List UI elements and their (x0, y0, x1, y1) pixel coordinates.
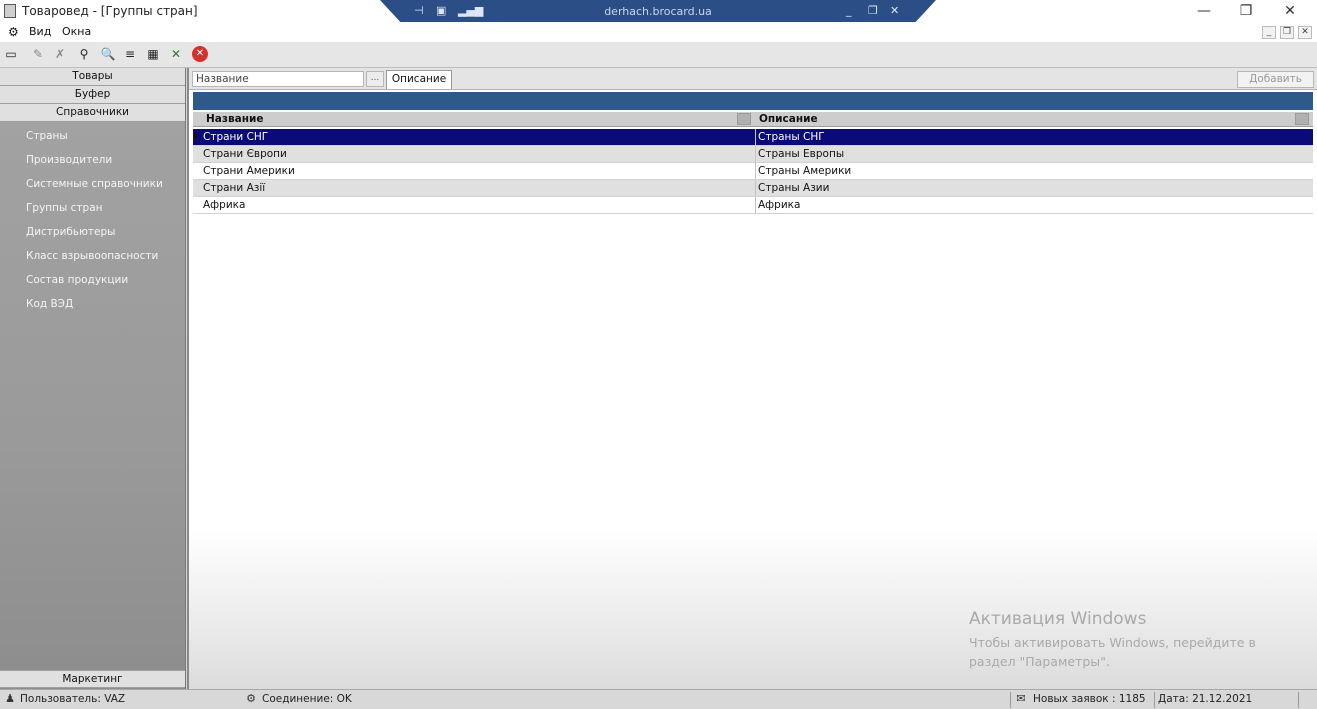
calculator-icon[interactable]: ▦ (145, 46, 161, 62)
table-row[interactable]: Африка Африка (193, 197, 1313, 214)
cell-name[interactable]: Африка (203, 199, 245, 211)
user-icon: ♟ (5, 692, 15, 705)
cell-description[interactable]: Страны Азии (755, 180, 829, 196)
new-record-icon[interactable]: ▭ (3, 46, 19, 62)
status-separator (1154, 692, 1155, 708)
close-button[interactable]: ✕ (1270, 2, 1310, 20)
watermark-line1: Чтобы активировать Windows, перейдите в (969, 635, 1256, 650)
rd-close-button[interactable]: ✕ (890, 5, 899, 17)
status-separator (1298, 692, 1299, 708)
table-row[interactable]: Страни СНГ Страны СНГ (193, 129, 1313, 146)
minimize-button[interactable]: — (1184, 2, 1224, 20)
window-title: Товаровед - [Группы стран] (22, 4, 198, 18)
tab-description[interactable]: Описание (386, 70, 452, 89)
name-filter-browse-button[interactable]: ... (366, 71, 384, 87)
sidebar-item-ved-code[interactable]: Код ВЭД (26, 298, 73, 310)
binoculars-icon[interactable]: ⚲ (76, 46, 92, 62)
table-row[interactable]: Страни Америки Страны Америки (193, 163, 1313, 180)
sidebar-item-manufacturers[interactable]: Производители (26, 154, 112, 166)
column-header-name[interactable]: Название (206, 113, 263, 125)
status-user: Пользователь: VAZ (20, 693, 126, 705)
cell-name[interactable]: Страни Азії (203, 182, 265, 194)
add-button[interactable]: Добавить (1237, 71, 1314, 88)
preview-icon[interactable]: 🔍 (100, 46, 116, 62)
sidebar-item-product-composition[interactable]: Состав продукции (26, 274, 128, 286)
gear-icon[interactable]: ⚙ (8, 25, 19, 39)
activation-watermark: Активация Windows Чтобы активировать Win… (969, 609, 1256, 671)
table-row[interactable]: Страни Азії Страны Азии (193, 180, 1313, 197)
sidebar-group-references[interactable]: Справочники (0, 104, 185, 122)
remote-host: derhach.brocard.ua (604, 5, 712, 18)
edit-record-icon[interactable]: ✎ (30, 46, 46, 62)
sidebar-item-system-references[interactable]: Системные справочники (26, 178, 163, 190)
status-separator (1010, 692, 1011, 708)
envelope-icon: ✉ (1016, 692, 1026, 705)
watermark-line2: раздел "Параметры". (969, 654, 1110, 669)
status-new-orders[interactable]: Новых заявок : 1185 (1033, 693, 1146, 705)
edit-list-icon[interactable]: ≡ (122, 46, 138, 62)
menu-windows[interactable]: Окна (62, 25, 91, 38)
sidebar-group-buffer[interactable]: Буфер (0, 86, 185, 104)
restore-button[interactable]: ❐ (1226, 2, 1266, 20)
cell-name[interactable]: Страни Америки (203, 165, 295, 177)
delete-record-icon[interactable]: ✗ (52, 46, 68, 62)
row-indicator-icon (194, 132, 198, 140)
cell-name[interactable]: Страни Європи (203, 148, 287, 160)
menu-view[interactable]: Вид (29, 25, 51, 38)
rd-minimize-button[interactable]: _ (846, 5, 852, 17)
column-filter-description-button[interactable] (1295, 113, 1309, 125)
cell-description[interactable]: Страны СНГ (755, 129, 825, 145)
sidebar-group-goods[interactable]: Товары (0, 68, 185, 86)
sidebar-group-marketing[interactable]: Маркетинг (0, 670, 185, 688)
remote-desktop-bar: ⊣ ▣ ▂▄▆ derhach.brocard.ua _ ❐ ✕ (380, 0, 936, 24)
menu-bar: ⚙ Вид Окна _ ❐ ✕ (0, 22, 1317, 42)
cell-description[interactable]: Африка (755, 197, 800, 213)
toolbar: ▭ ✎ ✗ ⚲ 🔍 ≡ ▦ ✕ ✕ (0, 42, 1317, 68)
sidebar-item-explosion-class[interactable]: Класс взрывоопасности (26, 250, 158, 262)
table-row[interactable]: Страни Європи Страны Европы (193, 146, 1313, 163)
cell-description[interactable]: Страны Америки (755, 163, 851, 179)
connection-icon: ⚙ (246, 692, 256, 705)
excel-export-icon[interactable]: ✕ (168, 46, 184, 62)
grid-header: Название Описание (193, 112, 1313, 127)
column-header-description[interactable]: Описание (759, 113, 818, 125)
name-filter-input[interactable]: Название (192, 71, 364, 87)
status-connection: Соединение: OK (262, 693, 352, 705)
rd-restore-button[interactable]: ❐ (868, 5, 878, 17)
app-icon (4, 4, 16, 18)
status-bar: ♟ Пользователь: VAZ ⚙ Соединение: OK ✉ Н… (0, 689, 1317, 709)
sidebar: Товары Буфер Справочники Страны Производ… (0, 68, 186, 689)
close-form-icon[interactable]: ✕ (192, 46, 208, 62)
cell-name[interactable]: Страни СНГ (203, 131, 268, 143)
cell-description[interactable]: Страны Европы (755, 146, 844, 162)
mdi-minimize-button[interactable]: _ (1262, 26, 1276, 39)
column-filter-name-button[interactable] (737, 113, 751, 125)
sidebar-item-distributors[interactable]: Дистрибьютеры (26, 226, 115, 238)
mdi-restore-button[interactable]: ❐ (1280, 26, 1294, 39)
filter-bar: Название ... Описание Добавить (189, 68, 1317, 90)
status-date: Дата: 21.12.2021 (1158, 693, 1253, 705)
mdi-close-button[interactable]: ✕ (1298, 26, 1312, 39)
watermark-title: Активация Windows (969, 609, 1147, 629)
sidebar-item-country-groups[interactable]: Группы стран (26, 202, 103, 214)
main-pane: Название ... Описание Добавить Название … (187, 68, 1317, 689)
sidebar-item-countries[interactable]: Страны (26, 130, 68, 142)
group-panel (193, 92, 1313, 110)
